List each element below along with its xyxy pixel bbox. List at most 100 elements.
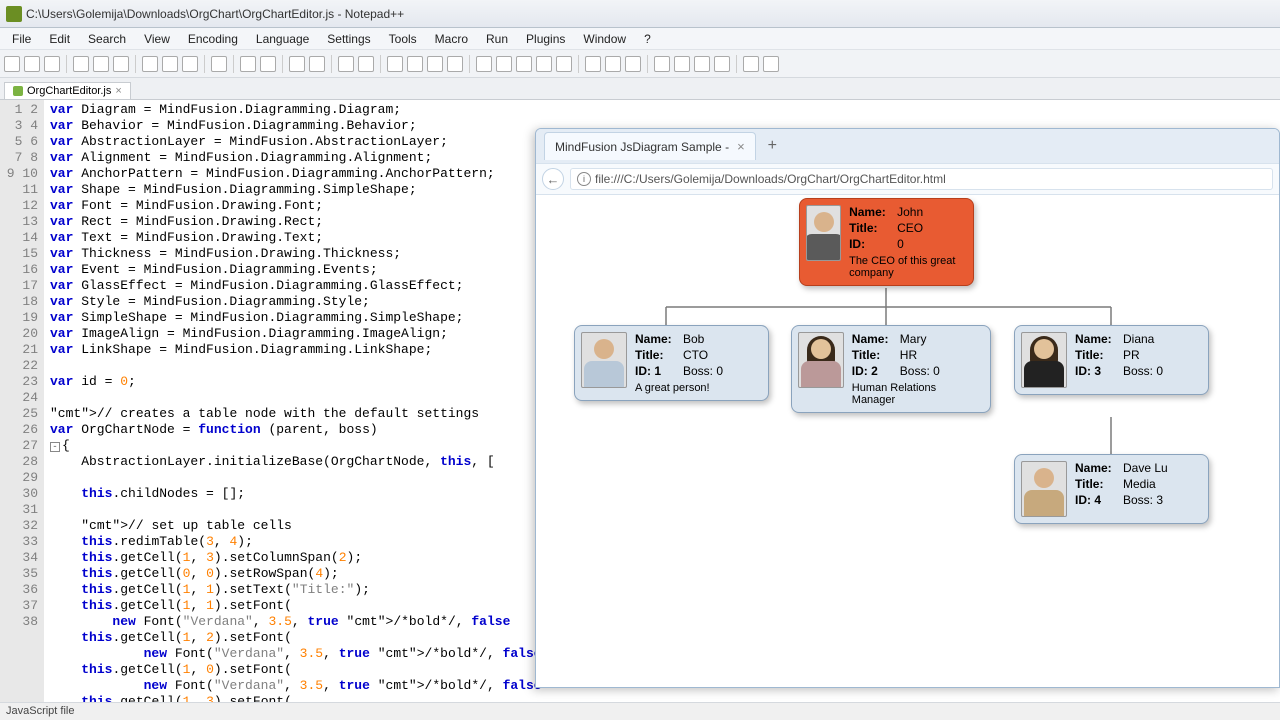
value-name: Dave Lu [1123, 461, 1168, 475]
label-name: Name: [849, 205, 891, 219]
org-node-mary[interactable]: Name:Mary Title:HR ID: 2Boss: 0 Human Re… [791, 325, 991, 413]
value-title: CEO [897, 221, 923, 235]
toolbar-icon[interactable] [113, 56, 129, 72]
label-title: Title: [1075, 477, 1117, 491]
toolbar-icon[interactable] [338, 56, 354, 72]
label-name: Name: [635, 332, 677, 346]
toolbar-icon[interactable] [447, 56, 463, 72]
menu-settings[interactable]: Settings [319, 30, 378, 48]
toolbar-icon[interactable] [556, 56, 572, 72]
toolbar-icon[interactable] [674, 56, 690, 72]
toolbar-icon[interactable] [142, 56, 158, 72]
toolbar-icon[interactable] [182, 56, 198, 72]
browser-window: MindFusion JsDiagram Sample - × + ← i fi… [535, 128, 1280, 688]
toolbar-icon[interactable] [44, 56, 60, 72]
org-node-bob[interactable]: Name:Bob Title:CTO ID: 1Boss: 0 A great … [574, 325, 769, 401]
toolbar-icon[interactable] [654, 56, 670, 72]
back-button[interactable]: ← [542, 168, 564, 190]
status-bar: JavaScript file [0, 702, 1280, 720]
menu-language[interactable]: Language [248, 30, 317, 48]
toolbar-icon[interactable] [309, 56, 325, 72]
npp-toolbar [0, 50, 1280, 78]
info-icon[interactable]: i [577, 172, 591, 186]
file-icon [13, 86, 23, 96]
toolbar-icon[interactable] [93, 56, 109, 72]
menu-?[interactable]: ? [636, 30, 659, 48]
toolbar-icon[interactable] [358, 56, 374, 72]
toolbar-icon[interactable] [240, 56, 256, 72]
menu-edit[interactable]: Edit [41, 30, 78, 48]
toolbar-icon[interactable] [585, 56, 601, 72]
npp-menu-bar: FileEditSearchViewEncodingLanguageSettin… [0, 28, 1280, 50]
menu-macro[interactable]: Macro [427, 30, 476, 48]
label-boss: Boss: 0 [900, 364, 940, 378]
value-title: HR [900, 348, 917, 362]
menu-encoding[interactable]: Encoding [180, 30, 246, 48]
npp-title-bar[interactable]: C:\Users\Golemija\Downloads\OrgChart\Org… [0, 0, 1280, 28]
toolbar-icon[interactable] [4, 56, 20, 72]
label-title: Title: [635, 348, 677, 362]
value-name: Bob [683, 332, 704, 346]
toolbar-icon[interactable] [73, 56, 89, 72]
browser-viewport[interactable]: Name:John Title:CEO ID:0 The CEO of this… [536, 195, 1279, 687]
toolbar-icon[interactable] [605, 56, 621, 72]
menu-window[interactable]: Window [575, 30, 634, 48]
menu-tools[interactable]: Tools [381, 30, 425, 48]
file-tab-label: OrgChartEditor.js [27, 85, 111, 97]
label-id: ID: 3 [1075, 364, 1117, 378]
menu-plugins[interactable]: Plugins [518, 30, 573, 48]
toolbar-icon[interactable] [694, 56, 710, 72]
toolbar-icon[interactable] [211, 56, 227, 72]
close-icon[interactable]: × [737, 139, 745, 154]
toolbar-icon[interactable] [516, 56, 532, 72]
file-tab-active[interactable]: OrgChartEditor.js × [4, 82, 131, 99]
label-id: ID: 4 [1075, 493, 1117, 507]
browser-tab-title: MindFusion JsDiagram Sample - [555, 140, 729, 154]
menu-view[interactable]: View [136, 30, 178, 48]
org-node-dave[interactable]: Name:Dave Lu Title:Media ID: 4Boss: 3 [1014, 454, 1209, 524]
toolbar-icon[interactable] [162, 56, 178, 72]
label-title: Title: [852, 348, 894, 362]
toolbar-icon[interactable] [714, 56, 730, 72]
toolbar-icon[interactable] [289, 56, 305, 72]
browser-address-bar: ← i file:///C:/Users/Golemija/Downloads/… [536, 163, 1279, 195]
url-field[interactable]: i file:///C:/Users/Golemija/Downloads/Or… [570, 168, 1273, 190]
value-id: 0 [897, 237, 904, 251]
avatar [1021, 461, 1067, 517]
close-icon[interactable]: × [115, 85, 121, 97]
toolbar-icon[interactable] [427, 56, 443, 72]
toolbar-icon[interactable] [476, 56, 492, 72]
value-desc: Human Relations Manager [852, 382, 982, 406]
app-icon [6, 6, 22, 22]
value-name: John [897, 205, 923, 219]
avatar [798, 332, 844, 388]
value-desc: The CEO of this great company [849, 255, 965, 279]
value-desc: A great person! [635, 382, 723, 394]
toolbar-icon[interactable] [387, 56, 403, 72]
avatar [581, 332, 627, 388]
value-name: Diana [1123, 332, 1154, 346]
toolbar-icon[interactable] [496, 56, 512, 72]
status-language: JavaScript file [6, 705, 74, 717]
npp-file-tabs: OrgChartEditor.js × [0, 78, 1280, 100]
line-number-gutter: 1 2 3 4 5 6 7 8 9 10 11 12 13 14 15 16 1… [0, 100, 44, 702]
label-id: ID: 2 [852, 364, 894, 378]
toolbar-icon[interactable] [260, 56, 276, 72]
toolbar-icon[interactable] [407, 56, 423, 72]
browser-tab-active[interactable]: MindFusion JsDiagram Sample - × [544, 132, 756, 160]
toolbar-icon[interactable] [763, 56, 779, 72]
toolbar-icon[interactable] [24, 56, 40, 72]
browser-tab-strip: MindFusion JsDiagram Sample - × + [536, 129, 1279, 163]
menu-file[interactable]: File [4, 30, 39, 48]
new-tab-button[interactable]: + [762, 135, 783, 157]
toolbar-icon[interactable] [743, 56, 759, 72]
label-name: Name: [1075, 461, 1117, 475]
menu-run[interactable]: Run [478, 30, 516, 48]
toolbar-icon[interactable] [536, 56, 552, 72]
menu-search[interactable]: Search [80, 30, 134, 48]
url-text: file:///C:/Users/Golemija/Downloads/OrgC… [595, 172, 946, 186]
org-node-root[interactable]: Name:John Title:CEO ID:0 The CEO of this… [799, 198, 974, 286]
toolbar-icon[interactable] [625, 56, 641, 72]
org-node-diana[interactable]: Name:Diana Title:PR ID: 3Boss: 0 [1014, 325, 1209, 395]
value-title: PR [1123, 348, 1140, 362]
